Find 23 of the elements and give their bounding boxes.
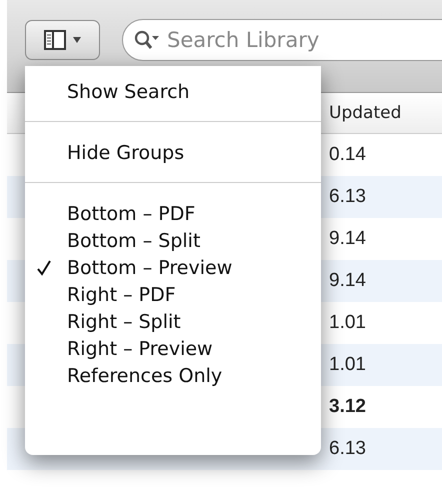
view-button[interactable] (25, 20, 100, 60)
menu-item[interactable]: References Only (25, 362, 321, 389)
menu-item[interactable]: Bottom – PDF (25, 200, 321, 227)
table-cell: 9.14 (329, 270, 366, 292)
caret-icon (72, 36, 82, 44)
table-cell: 1.01 (329, 354, 366, 376)
table-cell: 9.14 (329, 228, 366, 250)
column-header[interactable]: Updated (329, 103, 402, 123)
table-cell: 3.12 (329, 396, 366, 418)
menu-item[interactable]: Right – PDF (25, 281, 321, 308)
table-cell: 6.13 (329, 438, 366, 460)
menu-item[interactable]: Right – Split (25, 308, 321, 335)
menu-item[interactable]: Show Search (25, 78, 321, 105)
checkmark-icon (37, 260, 51, 276)
search-field[interactable]: Search Library (122, 19, 442, 61)
menu-item[interactable]: Hide Groups (25, 139, 321, 166)
menu-item[interactable]: Bottom – Preview (25, 254, 321, 281)
menu-item[interactable]: Bottom – Split (25, 227, 321, 254)
table-cell: 0.14 (329, 144, 366, 166)
table-cell: 6.13 (329, 186, 366, 208)
panes-icon (44, 30, 66, 50)
table-cell: 1.01 (329, 312, 366, 334)
menu-item[interactable]: Right – Preview (25, 335, 321, 362)
